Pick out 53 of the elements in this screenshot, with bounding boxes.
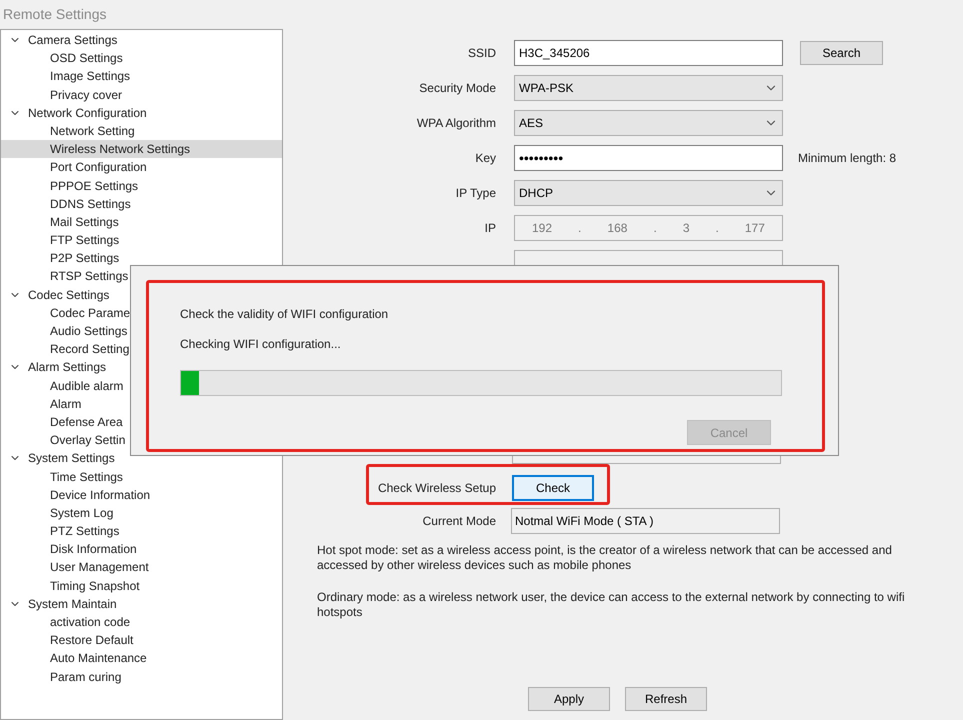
tree-item[interactable]: PPPOE Settings — [1, 176, 282, 195]
check-button[interactable]: Check — [512, 475, 594, 501]
tree-item[interactable]: P2P Settings — [1, 249, 282, 268]
ssid-field[interactable]: H3C_345206 — [514, 40, 783, 66]
ip-address-field[interactable]: 192 . 168 . 3 . 177 — [514, 215, 783, 241]
tree-item[interactable]: User Management — [1, 558, 282, 577]
tree-item[interactable]: Image Settings — [1, 67, 282, 86]
dropdown[interactable]: DHCP — [514, 180, 783, 206]
tree-item[interactable]: Restore Default — [1, 631, 282, 650]
tree-item[interactable]: Mail Settings — [1, 212, 282, 232]
field-label: IP Type — [454, 185, 496, 202]
hint-text: Minimum length: 8 — [798, 150, 896, 167]
form-button[interactable]: Refresh — [625, 687, 707, 711]
field-label: Security Mode — [418, 80, 496, 97]
password-field[interactable]: ••••••••• — [514, 145, 783, 171]
tree-group-label[interactable]: Camera Settings — [28, 31, 118, 50]
tree-group-label[interactable]: System Maintain — [28, 594, 117, 613]
tree-item[interactable]: activation code — [1, 613, 282, 632]
search-button[interactable]: Search — [800, 41, 883, 65]
tree-item[interactable]: DDNS Settings — [1, 194, 282, 213]
tree-group-label[interactable]: Alarm Settings — [28, 358, 106, 376]
tree-item[interactable]: Param curing — [1, 668, 282, 686]
tree-item[interactable]: Timing Snapshot — [1, 576, 282, 595]
tree-group-label[interactable]: System Settings — [28, 449, 115, 468]
tree-item[interactable]: PTZ Settings — [1, 522, 282, 540]
tree-item[interactable]: Wireless Network Settings — [1, 140, 282, 158]
tree-item[interactable]: Device Information — [1, 486, 282, 504]
tree-item[interactable]: Auto Maintenance — [1, 649, 282, 668]
mode-field: Notmal WiFi Mode ( STA ) — [511, 508, 780, 534]
tree-item[interactable]: Port Configuration — [1, 158, 282, 176]
tree-group-label[interactable]: Codec Settings — [28, 286, 110, 304]
mode-description: Hot spot mode: set as a wireless access point, is the creator of a wireless network that can be accessed and accessed by other wireless devices such as mobile phones — [317, 543, 893, 573]
field-label: SSID — [466, 45, 496, 62]
field-label: Current Mode — [422, 513, 496, 530]
form-button[interactable]: Apply — [528, 687, 610, 711]
tree-group-label[interactable]: Network Configuration — [28, 104, 147, 122]
tree-item[interactable]: Privacy cover — [1, 86, 282, 104]
field-label: Key — [474, 150, 496, 167]
dialog-title: Check the validity of WIFI configuration — [180, 306, 390, 323]
mode-description: Ordinary mode: as a wireless network user, the device can access to the external network by connecting to wifi hotspots — [317, 590, 906, 620]
dropdown[interactable]: WPA-PSK — [514, 75, 783, 101]
tree-item[interactable]: Disk Information — [1, 540, 282, 558]
window-title: Remote Settings — [3, 5, 106, 24]
field-label: IP — [484, 220, 496, 237]
tree-item[interactable]: OSD Settings — [1, 49, 282, 68]
status-text: Checking WIFI configuration... — [180, 336, 342, 353]
tree-item[interactable]: Time Settings — [1, 468, 282, 486]
tree-item[interactable]: System Log — [1, 504, 282, 522]
tree-item[interactable]: FTP Settings — [1, 231, 282, 250]
field-label: WPA Algorithm — [416, 115, 496, 132]
field-label: Check Wireless Setup — [376, 480, 496, 497]
dropdown[interactable]: AES — [514, 110, 783, 136]
tree-item[interactable]: Network Setting — [1, 122, 282, 140]
